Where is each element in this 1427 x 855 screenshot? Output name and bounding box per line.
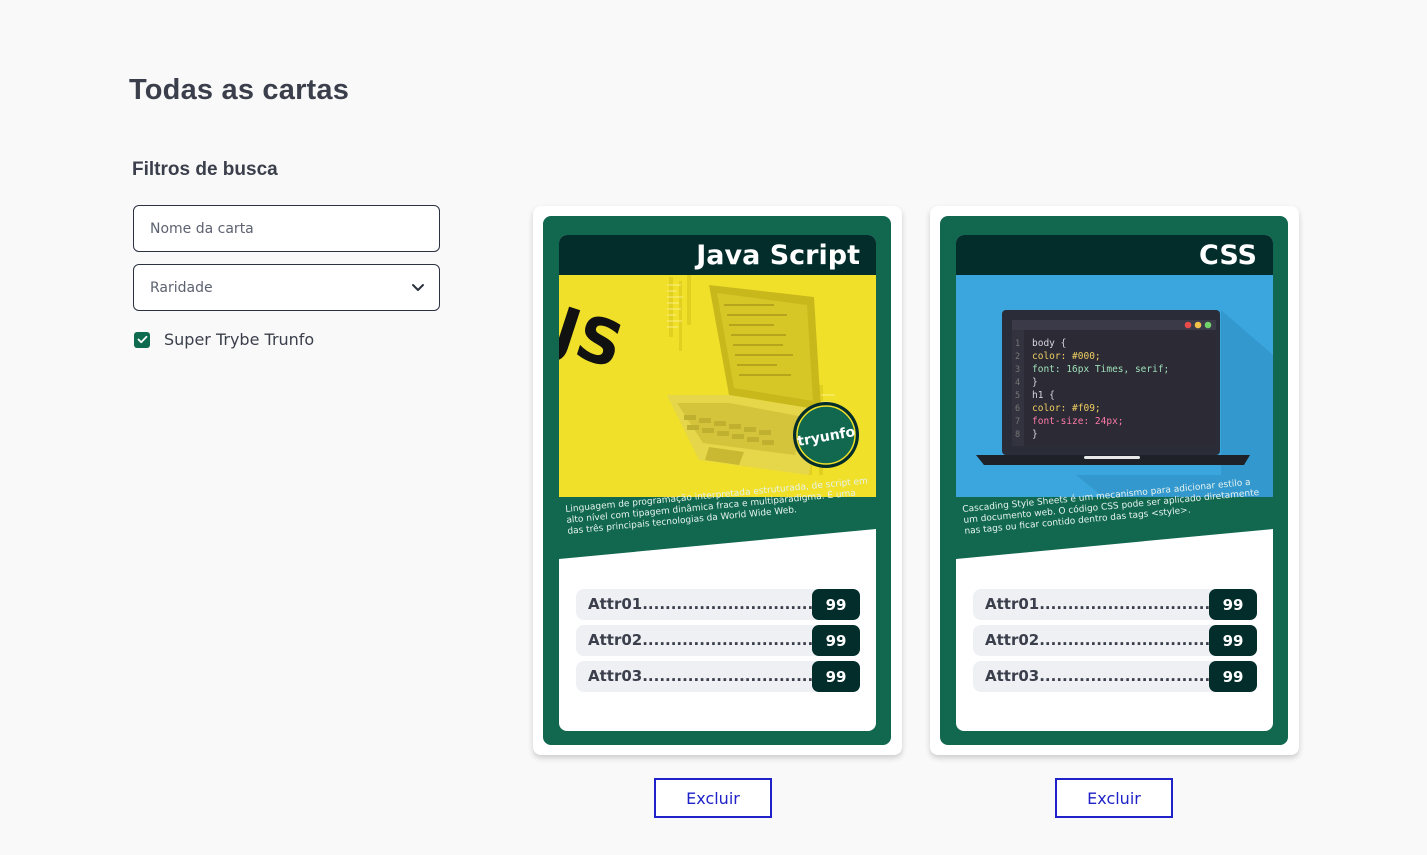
- page-title: Todas as cartas: [129, 74, 350, 106]
- card-attr-row: Attr03..................................…: [973, 661, 1257, 692]
- card-attr-row: Attr02..................................…: [576, 625, 860, 656]
- card-inner: Java Script JS tryunfo Linguagem de prog…: [559, 235, 876, 731]
- filters-title: Filtros de busca: [132, 159, 278, 180]
- attr-name: Attr03..................................: [985, 667, 1233, 685]
- attr-value: 99: [812, 661, 860, 692]
- code-line-number: 4: [1015, 378, 1020, 388]
- code-line: font: 16px Times, serif;: [1032, 364, 1169, 375]
- card-inner: CSS 1 2 3 4 5 6 7 8 body {color: #000; …: [956, 235, 1273, 731]
- card-css: CSS 1 2 3 4 5 6 7 8 body {color: #000; …: [930, 206, 1299, 755]
- card-name-placeholder: Nome da carta: [150, 220, 254, 237]
- attr-value: 99: [1209, 661, 1257, 692]
- attr-name: Attr01..................................: [985, 595, 1233, 613]
- code-line: }: [1032, 429, 1038, 440]
- card-name: CSS: [956, 235, 1273, 275]
- code-line: color: #f09;: [1032, 403, 1101, 414]
- card-attr-row: Attr01..................................…: [973, 589, 1257, 620]
- card-image: 1 2 3 4 5 6 7 8 body { color: #000; font…: [956, 275, 1273, 515]
- attr-name: Attr03..................................: [588, 667, 836, 685]
- card-attr-row: Attr02..................................…: [973, 625, 1257, 656]
- attr-name: Attr02..................................: [985, 631, 1233, 649]
- attr-value: 99: [812, 589, 860, 620]
- attr-name: Attr01..................................: [588, 595, 836, 613]
- code-line: }: [1032, 377, 1038, 388]
- card-frame: CSS 1 2 3 4 5 6 7 8 body {color: #000; …: [940, 216, 1288, 745]
- delete-button-css[interactable]: Excluir: [1055, 778, 1173, 818]
- code-line-number: 7: [1015, 417, 1020, 427]
- code-line-number: 6: [1015, 404, 1020, 414]
- code-line-number: 1: [1015, 339, 1020, 349]
- rarity-select-value: Raridade: [150, 279, 213, 296]
- rarity-select[interactable]: Raridade: [133, 264, 440, 311]
- code-line-number: 8: [1015, 430, 1020, 440]
- card-attr-row: Attr01..................................…: [576, 589, 860, 620]
- card-javascript: Java Script JS tryunfo Linguagem de prog…: [533, 206, 902, 755]
- code-line-number: 3: [1015, 365, 1020, 375]
- chevron-down-icon: [411, 283, 425, 292]
- check-icon: [137, 335, 147, 344]
- code-line-number: 2: [1015, 352, 1020, 362]
- code-line: color: #000;: [1032, 351, 1101, 362]
- attr-value: 99: [812, 625, 860, 656]
- code-line: font-size: 24px;: [1032, 416, 1124, 427]
- card-image: JS tryunfo: [559, 275, 876, 515]
- card-attributes: Attr01..................................…: [973, 589, 1257, 697]
- card-frame: Java Script JS tryunfo Linguagem de prog…: [543, 216, 891, 745]
- code-line: h1 {: [1032, 390, 1055, 401]
- attr-value: 99: [1209, 625, 1257, 656]
- attr-name: Attr02..................................: [588, 631, 836, 649]
- card-attr-row: Attr03..................................…: [576, 661, 860, 692]
- trunfo-checkbox[interactable]: [134, 331, 150, 348]
- card-name-input[interactable]: Nome da carta: [133, 205, 440, 252]
- trunfo-filter[interactable]: Super Trybe Trunfo: [134, 330, 314, 349]
- card-attributes: Attr01..................................…: [576, 589, 860, 697]
- attr-value: 99: [1209, 589, 1257, 620]
- code-line: body {: [1032, 338, 1066, 349]
- trunfo-checkbox-label: Super Trybe Trunfo: [164, 330, 315, 349]
- delete-button-javascript[interactable]: Excluir: [654, 778, 772, 818]
- card-name: Java Script: [559, 235, 876, 275]
- code-line-number: 5: [1015, 391, 1020, 401]
